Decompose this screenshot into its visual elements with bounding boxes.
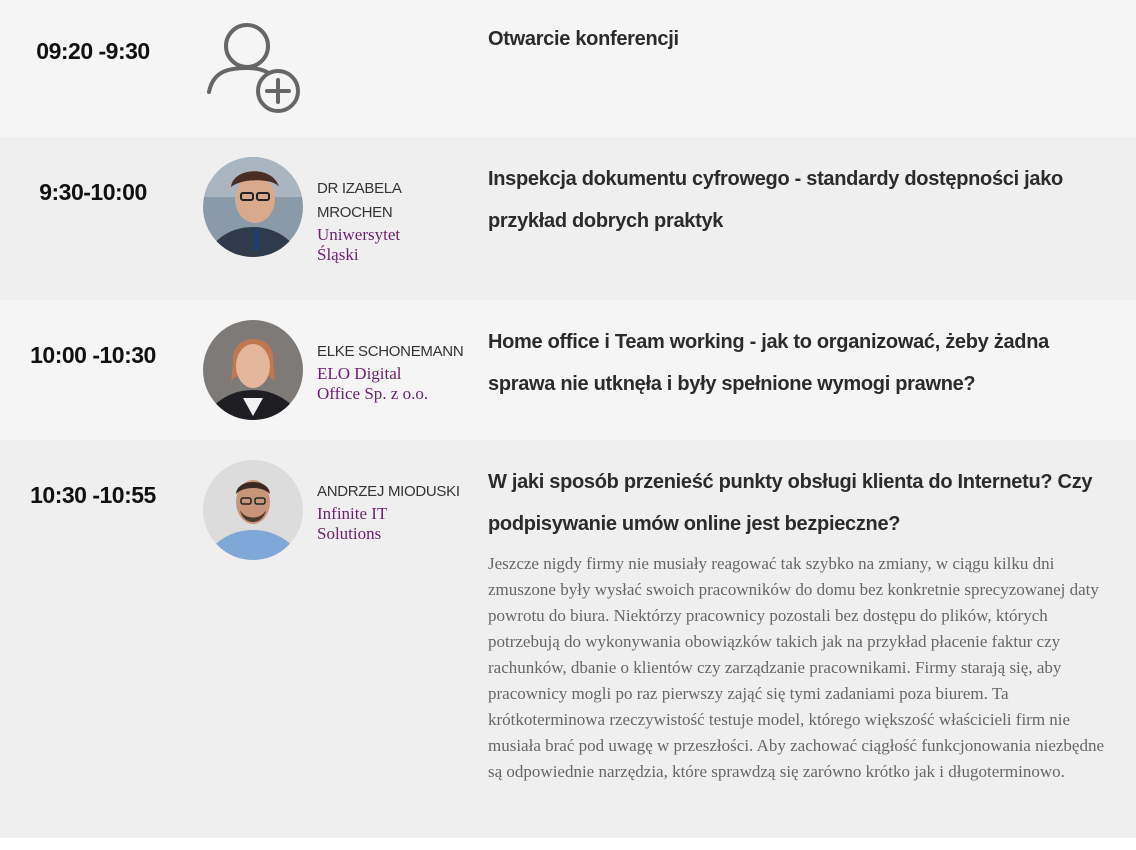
speaker-avatar [203, 157, 303, 257]
speaker-info: DR IZABELA MROCHEN Uniwersytet Śląski [317, 177, 467, 265]
agenda-row-opening: 09:20 -9:30 Otwarcie konferencji [0, 0, 1136, 137]
session-time: 10:30 -10:55 [30, 482, 156, 508]
talk: Inspekcja dokumentu cyfrowego - standard… [488, 158, 1108, 242]
talk-title[interactable]: Otwarcie konferencji [488, 18, 1108, 60]
speaker-organization: Uniwersytet Śląski [317, 225, 401, 264]
speaker-avatar [203, 460, 303, 560]
session-time: 9:30-10:00 [39, 179, 147, 205]
speaker-name: ANDRZEJ MIODUSKI [317, 483, 460, 500]
talk-title[interactable]: W jaki sposób przenieść punkty obsługi k… [488, 461, 1108, 545]
session-time: 09:20 -9:30 [36, 38, 150, 64]
speaker-name: ELKE SCHONEMANN [317, 343, 464, 360]
agenda-row: 9:30-10:00 DR IZABELA MROCHEN Uniwersyte… [0, 137, 1136, 300]
speaker-info: ANDRZEJ MIODUSKI Infinite IT Solutions [317, 480, 467, 544]
talk-title[interactable]: Home office i Team working - jak to orga… [488, 321, 1108, 405]
talk-description: Jeszcze nigdy firmy nie musiały reagować… [488, 554, 1105, 781]
talk: W jaki sposób przenieść punkty obsługi k… [488, 461, 1108, 785]
add-user-icon [205, 20, 305, 116]
talk: Otwarcie konferencji [488, 18, 1108, 60]
page-bottom-spacer [0, 838, 1136, 850]
agenda-list: 09:20 -9:30 Otwarcie konferencji 9:30-10… [0, 0, 1136, 850]
speaker-avatar [203, 320, 303, 420]
speaker-organization: Infinite IT Solutions [317, 504, 388, 543]
speaker-name: DR IZABELA MROCHEN [317, 180, 401, 221]
agenda-row: 10:00 -10:30 ELKE SCHONEMANN ELO Digital… [0, 300, 1136, 440]
talk-title[interactable]: Inspekcja dokumentu cyfrowego - standard… [488, 158, 1108, 242]
speaker-organization: ELO Digital Office Sp. z o.o. [317, 364, 429, 403]
speaker-info: ELKE SCHONEMANN ELO Digital Office Sp. z… [317, 340, 467, 404]
talk: Home office i Team working - jak to orga… [488, 321, 1108, 405]
session-time: 10:00 -10:30 [30, 342, 156, 368]
agenda-row: 10:30 -10:55 ANDRZEJ MIODUSKI Infinite I… [0, 440, 1136, 838]
